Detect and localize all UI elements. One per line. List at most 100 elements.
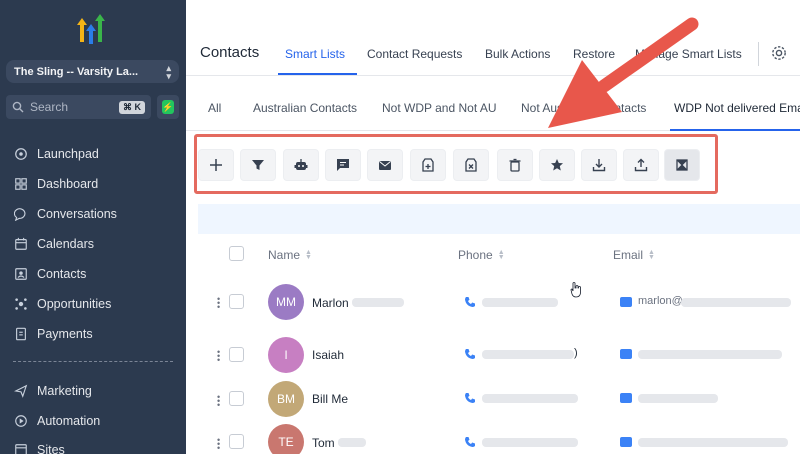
search-shortcut: ⌘ K (119, 100, 145, 114)
column-header-name[interactable]: Name ▲ ▼ (268, 248, 312, 262)
automation-icon (13, 413, 29, 429)
tab-bulk-actions[interactable]: Bulk Actions (485, 47, 550, 61)
merge-button[interactable] (664, 149, 700, 181)
header-separator (758, 42, 759, 66)
search-input[interactable]: Search ⌘ K (6, 95, 151, 119)
bolt-icon: ⚡ (162, 100, 174, 114)
redacted-text (482, 350, 574, 359)
robot-icon (294, 159, 308, 170)
calendar-icon (13, 236, 29, 252)
phone-icon (465, 349, 475, 359)
sidebar-item-payments[interactable]: Payments (13, 324, 93, 344)
contact-name[interactable]: Marlon (312, 296, 349, 310)
mail-icon (620, 349, 632, 359)
drag-handle-icon[interactable]: • • • (217, 295, 221, 312)
sms-icon (337, 159, 349, 171)
export-button[interactable] (623, 149, 659, 181)
tab-manage-smart-lists[interactable]: Manage Smart Lists (635, 47, 742, 61)
active-tab-indicator (278, 73, 357, 75)
account-name: The Sling -- Varsity La... (14, 65, 139, 78)
sidebar-item-launchpad[interactable]: Launchpad (13, 144, 99, 164)
sidebar-divider (13, 361, 173, 362)
sidebar-item-label: Contacts (37, 267, 87, 281)
row-checkbox[interactable] (229, 391, 244, 406)
sidebar-item-contacts[interactable]: Contacts (13, 264, 86, 284)
delete-button[interactable] (497, 149, 533, 181)
filter-button[interactable] (240, 149, 276, 181)
smart-tab-wdp-not-delivered[interactable]: WDP Not delivered Ema (674, 101, 800, 115)
send-icon (13, 383, 29, 399)
contact-name[interactable]: Isaiah (312, 348, 344, 362)
drag-handle-icon[interactable]: • • • (217, 348, 221, 365)
column-label: Name (268, 248, 301, 262)
row-checkbox[interactable] (229, 434, 244, 449)
redacted-text (482, 438, 578, 447)
redacted-text (638, 438, 788, 447)
top-header: Contacts Smart Lists Contact Requests Bu… (186, 0, 800, 76)
avatar: TE (268, 424, 304, 454)
payments-icon (13, 326, 29, 342)
remove-tag-button[interactable] (453, 149, 489, 181)
star-icon (551, 159, 563, 171)
drag-handle-icon[interactable]: • • • (217, 393, 221, 410)
chevron-updown-icon: ▴ ▾ (166, 62, 171, 81)
selection-info-bar (198, 204, 800, 234)
import-button[interactable] (581, 149, 617, 181)
smart-tab-not-australian[interactable]: Not Australian Contacts (521, 101, 646, 115)
select-all-checkbox[interactable] (229, 246, 244, 261)
sidebar-item-label: Payments (37, 327, 93, 341)
workflow-button[interactable] (283, 149, 319, 181)
sidebar-item-label: Opportunities (37, 297, 112, 311)
sidebar-item-opportunities[interactable]: Opportunities (13, 294, 111, 314)
add-contact-button[interactable] (198, 149, 234, 181)
tab-smart-lists[interactable]: Smart Lists (285, 47, 345, 61)
sidebar-item-sites[interactable]: Sites (13, 440, 65, 454)
sidebar-item-marketing[interactable]: Marketing (13, 381, 92, 401)
phone-icon (465, 437, 475, 447)
redacted-text (482, 394, 578, 403)
quick-actions-button[interactable]: ⚡ (157, 95, 179, 119)
gear-icon[interactable] (770, 44, 788, 62)
row-checkbox[interactable] (229, 347, 244, 362)
main-content: Contacts Smart Lists Contact Requests Bu… (186, 0, 800, 454)
sidebar-item-dashboard[interactable]: Dashboard (13, 174, 98, 194)
sort-icon: ▲ ▼ (497, 249, 505, 261)
sidebar-item-calendars[interactable]: Calendars (13, 234, 94, 254)
redacted-text (338, 438, 366, 447)
search-icon (12, 101, 24, 113)
sort-icon: ▲ ▼ (648, 249, 655, 261)
export-icon (634, 158, 648, 172)
sidebar-item-automation[interactable]: Automation (13, 411, 100, 431)
dashboard-icon (13, 176, 29, 192)
contact-name[interactable]: Bill Me (312, 392, 348, 406)
column-header-phone[interactable]: Phone ▲ ▼ (458, 248, 505, 262)
sidebar-item-conversations[interactable]: Conversations (13, 204, 117, 224)
sort-icon: ▲ ▼ (305, 249, 312, 261)
sidebar-item-label: Conversations (37, 207, 117, 221)
column-header-email[interactable]: Email ▲ ▼ (613, 248, 655, 262)
avatar: MM (268, 284, 304, 320)
smart-tab-not-wdp-not-au[interactable]: Not WDP and Not AU (382, 101, 497, 115)
drag-handle-icon[interactable]: • • • (217, 436, 221, 453)
sidebar-item-label: Calendars (37, 237, 94, 251)
account-switcher[interactable]: The Sling -- Varsity La... ▴ ▾ (6, 60, 179, 83)
send-sms-button[interactable] (325, 149, 361, 181)
sidebar-item-label: Dashboard (37, 177, 99, 191)
email-icon (379, 161, 391, 170)
send-email-button[interactable] (367, 149, 403, 181)
review-request-button[interactable] (539, 149, 575, 181)
redacted-text (482, 298, 558, 307)
tab-restore[interactable]: Restore (573, 47, 615, 61)
avatar: I (268, 337, 304, 373)
mail-icon (620, 297, 632, 307)
phone-suffix: ) (574, 347, 578, 359)
redacted-text (681, 298, 791, 307)
redacted-text (638, 394, 718, 403)
row-checkbox[interactable] (229, 294, 244, 309)
add-tag-button[interactable] (410, 149, 446, 181)
smart-tab-australian-contacts[interactable]: Australian Contacts (253, 101, 357, 115)
smart-tab-all[interactable]: All (208, 101, 221, 115)
contact-email[interactable]: marlon@ (638, 295, 683, 307)
tab-contact-requests[interactable]: Contact Requests (367, 47, 462, 61)
contact-name[interactable]: Tom (312, 436, 335, 450)
